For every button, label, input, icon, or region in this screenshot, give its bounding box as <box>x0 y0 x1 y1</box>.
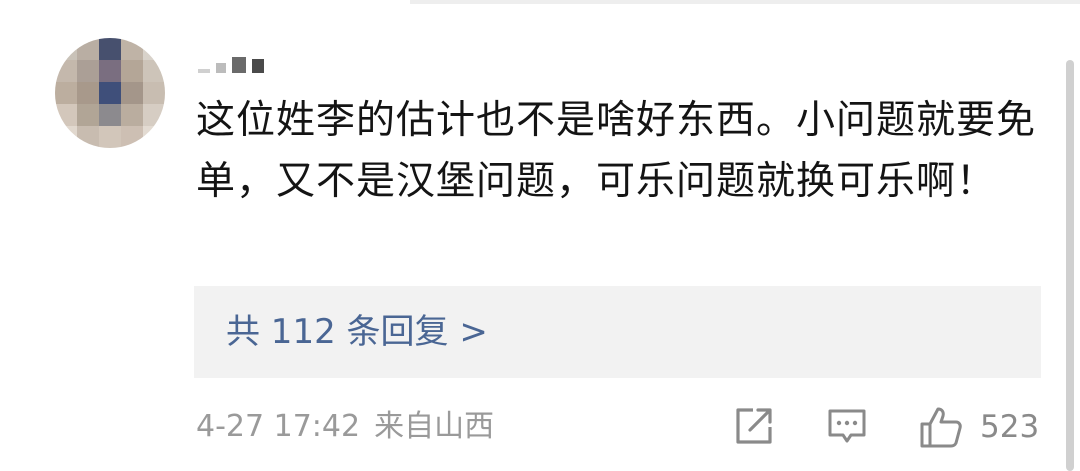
avatar[interactable] <box>55 38 165 148</box>
location: 来自山西 <box>374 409 495 444</box>
share-button[interactable] <box>733 405 775 449</box>
thumbs-up-icon <box>920 407 962 448</box>
replies-panel[interactable]: 共 112 条回复 > <box>194 286 1041 378</box>
like-count: 523 <box>980 409 1040 445</box>
comment-icon <box>828 409 866 443</box>
comment-text: 这位姓李的估计也不是啥好东西。小问题就要免单，又不是汉堡问题，可乐问题就换可乐啊… <box>196 98 1037 204</box>
comment-button[interactable] <box>826 405 868 449</box>
username-redacted[interactable] <box>198 55 264 73</box>
view-replies-link[interactable]: 共 112 条回复 > <box>226 286 488 378</box>
timestamp: 4-27 17:42 <box>196 409 361 444</box>
share-icon <box>736 408 772 444</box>
comment-meta: 4-27 17:42 来自山西 <box>196 407 508 447</box>
top-divider <box>410 0 1080 4</box>
like-button[interactable] <box>918 405 964 449</box>
scrollbar[interactable] <box>1066 60 1074 471</box>
